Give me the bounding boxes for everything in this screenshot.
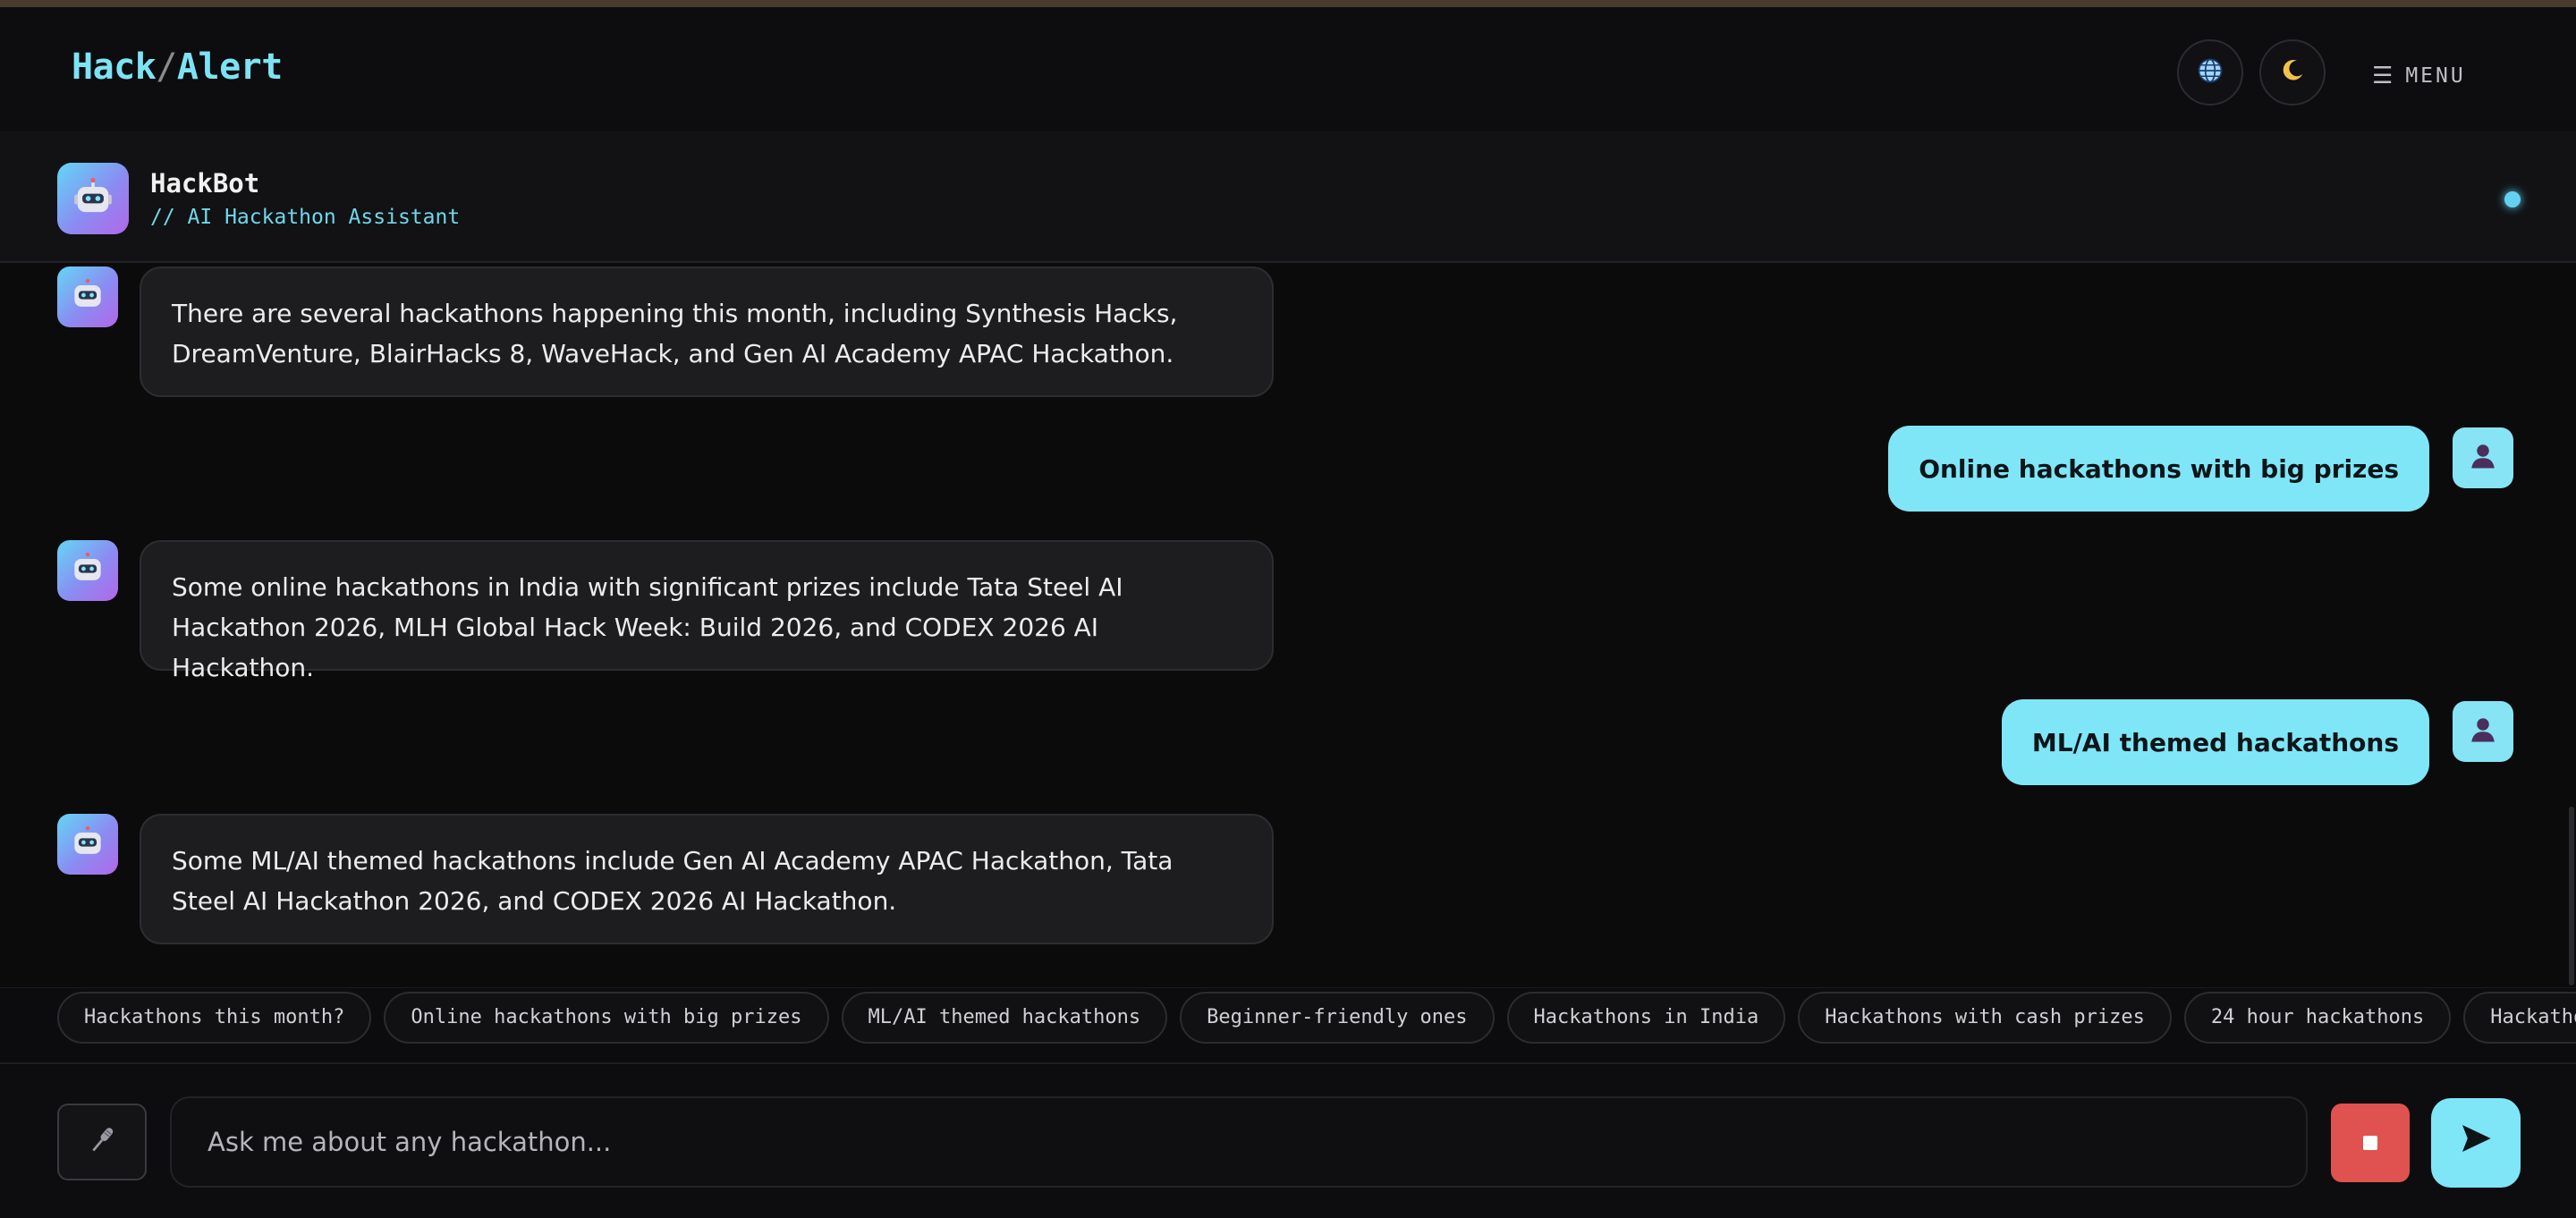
- user-message: Online hackathons with big prizes: [1888, 426, 2429, 512]
- user-avatar: [2453, 427, 2513, 488]
- bot-message: There are several hackathons happening t…: [140, 266, 1274, 397]
- bot-subtitle: // AI Hackathon Assistant: [150, 206, 461, 229]
- bot-message: Some ML/AI themed hackathons include Gen…: [140, 814, 1274, 944]
- suggestion-chip[interactable]: Hackathons for students: [2463, 992, 2576, 1044]
- robot-icon: [68, 549, 107, 592]
- robot-icon: [68, 823, 107, 866]
- microphone-icon: [84, 1122, 120, 1162]
- bot-avatar: [57, 540, 118, 601]
- stop-button[interactable]: [2331, 1104, 2410, 1182]
- bot-message: Some online hackathons in India with sig…: [140, 540, 1274, 682]
- send-icon: [2458, 1121, 2494, 1165]
- suggestion-chip[interactable]: Beginner-friendly ones: [1180, 992, 1495, 1044]
- suggestion-chip[interactable]: Hackathons with cash prizes: [1798, 992, 2172, 1044]
- user-avatar: [2453, 701, 2513, 762]
- message-input[interactable]: [170, 1096, 2308, 1188]
- logo-slash: /: [156, 47, 177, 88]
- online-status-dot: [2504, 191, 2521, 207]
- robot-icon: [68, 275, 107, 318]
- bot-avatar: [57, 266, 118, 327]
- user-message: ML/AI themed hackathons: [2001, 699, 2429, 785]
- user-icon: [2467, 714, 2499, 749]
- suggestion-chip[interactable]: Online hackathons with big prizes: [384, 992, 829, 1044]
- top-accent-line: [0, 0, 2576, 7]
- globe-icon: [2197, 57, 2224, 88]
- suggestion-chip[interactable]: Hackathons this month?: [57, 992, 372, 1044]
- suggestion-chip[interactable]: 24 hour hackathons: [2183, 992, 2452, 1044]
- menu-label: MENU: [2405, 64, 2466, 88]
- bot-name: HackBot: [150, 168, 260, 199]
- theme-toggle-button[interactable]: [2259, 39, 2326, 106]
- robot-icon: [57, 163, 129, 234]
- bot-avatar: [57, 814, 118, 875]
- logo-hack: Hack: [72, 47, 157, 88]
- language-button[interactable]: [2177, 39, 2243, 106]
- logo-alert: Alert: [176, 47, 283, 88]
- bot-info-bar: HackBot // AI Hackathon Assistant: [0, 132, 2576, 263]
- chat-scrollbar[interactable]: [2569, 807, 2574, 985]
- user-icon: [2467, 440, 2499, 476]
- message-composer: [0, 1066, 2576, 1218]
- stop-icon: [2363, 1136, 2377, 1150]
- voice-input-button[interactable]: [57, 1104, 147, 1180]
- send-button[interactable]: [2431, 1098, 2521, 1188]
- moon-icon: [2279, 57, 2306, 88]
- logo[interactable]: Hack/Alert: [72, 47, 283, 88]
- suggestion-chip[interactable]: ML/AI themed hackathons: [841, 992, 1168, 1044]
- menu-button[interactable]: ☰ MENU: [2372, 63, 2466, 89]
- site-header: Hack/Alert ☰ MENU: [0, 7, 2576, 132]
- suggestion-chip[interactable]: Hackathons in India: [1506, 992, 1786, 1044]
- hamburger-icon: ☰: [2372, 63, 2394, 89]
- suggestion-chips: Hackathons this month? Online hackathons …: [0, 987, 2576, 1064]
- chat-messages[interactable]: There are several hackathons happening t…: [0, 265, 2576, 987]
